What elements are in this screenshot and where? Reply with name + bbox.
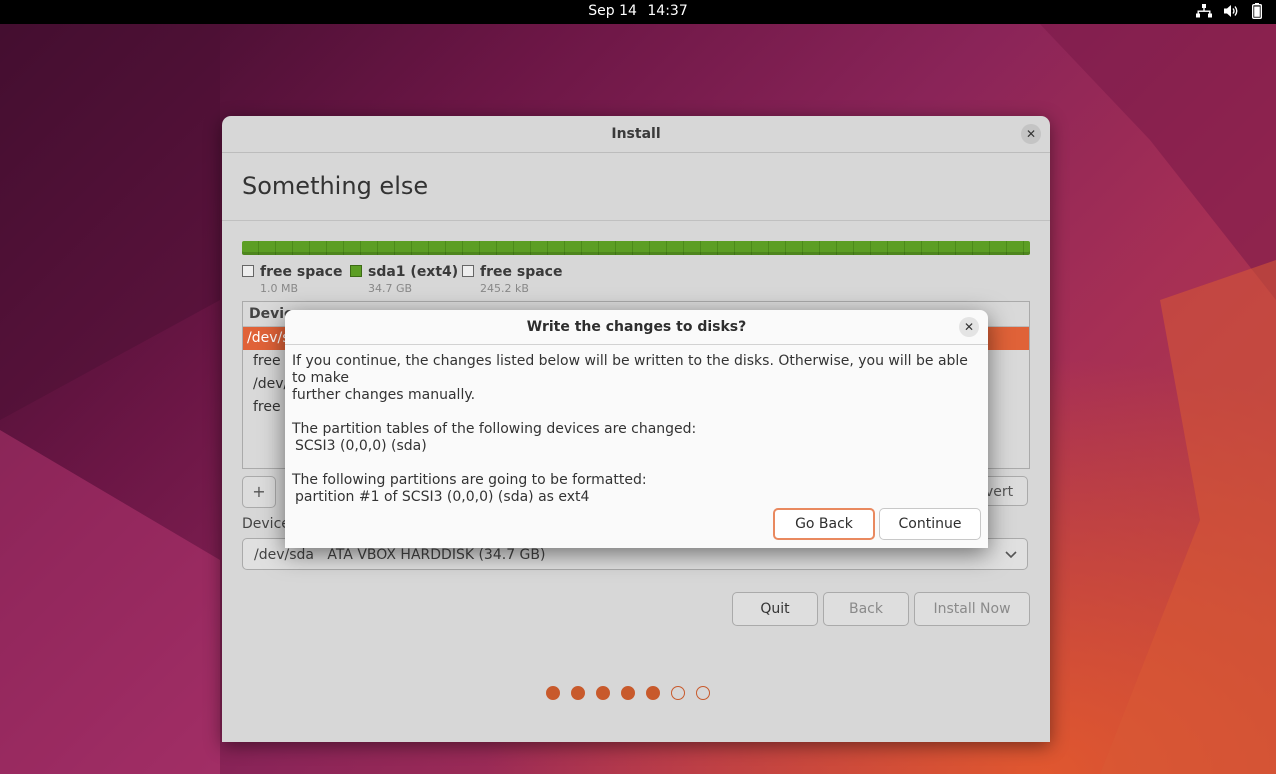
dialog-title: Write the changes to disks? (285, 310, 988, 345)
top-bar: Sep 14 14:37 (0, 0, 1276, 24)
volume-icon (1224, 5, 1238, 17)
message-line: If you continue, the changes listed belo… (292, 353, 968, 386)
legend-swatch (242, 265, 254, 277)
legend-size: 1.0 MB (260, 282, 299, 295)
network-icon (1196, 4, 1212, 18)
page-title: Something else (242, 172, 429, 200)
window-close-button[interactable]: ✕ (1021, 124, 1041, 144)
legend-size: 34.7 GB (368, 282, 413, 295)
partition-tables-heading: The partition tables of the following de… (292, 421, 697, 437)
progress-dot (596, 686, 610, 700)
format-heading: The following partitions are going to be… (292, 472, 647, 488)
quit-button[interactable]: Quit (732, 592, 818, 626)
device-path: /dev/sda (254, 547, 314, 563)
back-button[interactable]: Back (823, 592, 909, 626)
progress-dot (571, 686, 585, 700)
dialog-close-button[interactable]: ✕ (959, 317, 979, 337)
progress-dots (546, 686, 710, 700)
progress-dot (671, 686, 685, 700)
clock[interactable]: Sep 14 14:37 (0, 3, 1276, 19)
partition-bar (242, 241, 1030, 255)
continue-button[interactable]: Continue (879, 508, 981, 540)
write-changes-dialog: Write the changes to disks? ✕ If you con… (285, 310, 988, 548)
progress-dot (696, 686, 710, 700)
legend-label: sda1 (ext4) (368, 264, 459, 280)
legend-free-space-2: free space 245.2 kB (462, 264, 562, 295)
window-title: Install (222, 116, 1050, 153)
close-icon: ✕ (963, 320, 975, 334)
battery-icon (1252, 3, 1262, 19)
chevron-down-icon (1005, 539, 1017, 583)
clock-date: Sep 14 (588, 3, 637, 19)
message-line: further changes manually. (292, 387, 476, 403)
go-back-button[interactable]: Go Back (773, 508, 875, 540)
progress-dot (621, 686, 635, 700)
device-label: Device (242, 516, 290, 532)
legend-swatch (350, 265, 362, 277)
close-icon: ✕ (1025, 127, 1037, 141)
divider (222, 220, 1050, 221)
legend-swatch (462, 265, 474, 277)
legend-label: free space (480, 264, 563, 280)
install-now-button[interactable]: Install Now (914, 592, 1030, 626)
legend-free-space-1: free space 1.0 MB (242, 264, 342, 295)
legend-sda1: sda1 (ext4) 34.7 GB (350, 264, 458, 295)
progress-dot (546, 686, 560, 700)
dialog-message: If you continue, the changes listed belo… (292, 353, 984, 506)
clock-time: 14:37 (647, 3, 688, 19)
partition-tables-item: SCSI3 (0,0,0) (sda) (295, 438, 427, 454)
legend-size: 245.2 kB (480, 282, 529, 295)
progress-dot (646, 686, 660, 700)
add-partition-button[interactable]: + (242, 476, 276, 508)
system-tray[interactable] (1196, 3, 1262, 19)
legend-label: free space (260, 264, 343, 280)
device-name: ATA VBOX HARDDISK (34.7 GB) (327, 547, 546, 563)
format-item: partition #1 of SCSI3 (0,0,0) (sda) as e… (295, 489, 590, 505)
